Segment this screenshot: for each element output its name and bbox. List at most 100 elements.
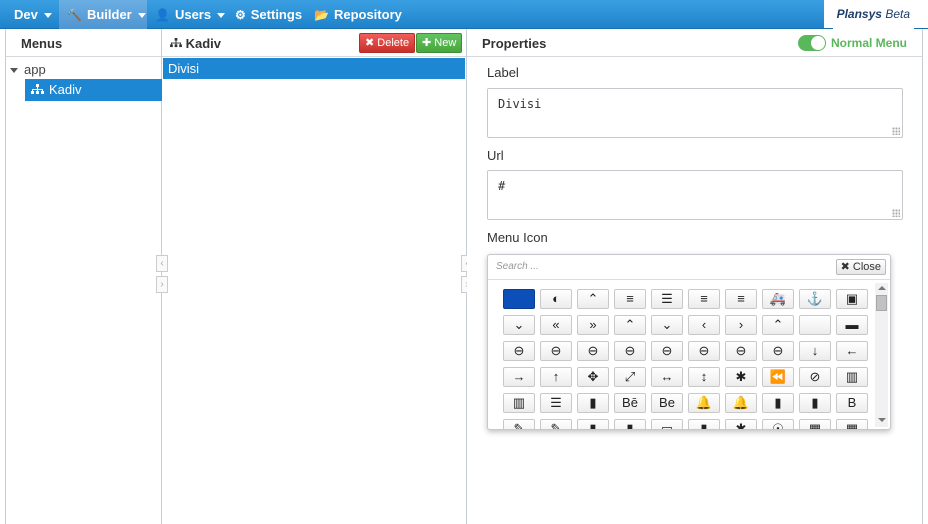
scrollbar[interactable] (875, 283, 888, 427)
tree-item-kadiv[interactable]: Kadiv (25, 79, 162, 101)
icon-option[interactable]: Be (651, 393, 683, 413)
icon-option[interactable]: ⚓ (799, 289, 831, 309)
chevron-down-icon (43, 13, 52, 19)
icon-option[interactable]: ↕ (688, 367, 720, 387)
icon-option[interactable]: Bē (614, 393, 646, 413)
icon-option[interactable]: ✥ (577, 367, 609, 387)
icon-option[interactable]: ↓ (799, 341, 831, 361)
icon-option[interactable]: ✎ (503, 419, 535, 429)
icon-option[interactable]: ☰ (540, 393, 572, 413)
icon-option[interactable]: « (540, 315, 572, 335)
icon-option[interactable]: ✎ (540, 419, 572, 429)
icon-option[interactable] (503, 289, 535, 309)
resize-grip-icon[interactable] (892, 209, 900, 217)
icon-option[interactable]: ▥ (503, 393, 535, 413)
collapse-left-icon[interactable]: ‹ (156, 255, 168, 272)
icon-option[interactable]: ▮ (762, 393, 794, 413)
list-item[interactable]: Divisi (163, 58, 465, 79)
menu-items-panel-title: Kadiv (170, 36, 221, 51)
properties-panel-header: Properties Normal Menu (467, 29, 922, 57)
delete-button[interactable]: ✖ Delete (359, 33, 416, 53)
icon-option[interactable]: ▬ (836, 315, 868, 335)
icon-option[interactable]: ⌃ (614, 315, 646, 335)
new-button[interactable]: ✚ New (416, 33, 463, 53)
label-field-value: Divisi (498, 97, 542, 111)
icon-option[interactable]: ⊖ (503, 341, 535, 361)
icon-option[interactable]: ≡ (614, 289, 646, 309)
icon-option[interactable]: ▦ (836, 419, 868, 429)
icon-option[interactable]: ⊘ (799, 367, 831, 387)
icon-option[interactable]: ▥ (836, 367, 868, 387)
icon-option[interactable]: ⌃ (577, 289, 609, 309)
icon-option[interactable]: ▮ (614, 419, 646, 429)
nav-settings-menu[interactable]: ⚙ Settings (227, 0, 310, 29)
nav-builder-menu[interactable]: 🔨 Builder (59, 0, 147, 29)
scroll-down-icon[interactable] (878, 418, 886, 422)
nav-repository-menu[interactable]: 📂 Repository (306, 0, 410, 29)
icon-option[interactable]: ← (836, 341, 868, 361)
normal-menu-toggle[interactable] (798, 35, 826, 51)
icon-option[interactable]: ⊖ (540, 341, 572, 361)
tree-item-label: Kadiv (49, 82, 82, 97)
icon-option[interactable]: → (503, 367, 535, 387)
icon-option[interactable]: ✱ (725, 419, 757, 429)
close-button-label: Close (852, 261, 881, 273)
icon-option[interactable]: ⌃ (762, 315, 794, 335)
nav-dev-menu[interactable]: Dev (6, 0, 60, 29)
icon-option[interactable]: › (725, 315, 757, 335)
icon-option[interactable]: ⊖ (651, 341, 683, 361)
icon-option[interactable]: 🔔 (725, 393, 757, 413)
icon-option[interactable] (799, 315, 831, 335)
icon-option[interactable]: ⌄ (651, 315, 683, 335)
icon-option[interactable]: ▮ (577, 419, 609, 429)
icon-option[interactable]: ↑ (540, 367, 572, 387)
icon-option[interactable]: ☰ (651, 289, 683, 309)
close-icon: ✖ (840, 261, 850, 273)
brand-logo: Plansys Beta (832, 0, 914, 29)
icon-option[interactable]: ▮ (799, 393, 831, 413)
icon-option[interactable]: ▣ (836, 289, 868, 309)
url-field[interactable]: # (487, 170, 903, 220)
label-field[interactable]: Divisi (487, 88, 903, 138)
icon-option[interactable]: ▮ (688, 419, 720, 429)
icon-option[interactable]: B (836, 393, 868, 413)
expand-right-icon[interactable]: › (156, 276, 168, 293)
menu-items-title-text: Kadiv (185, 36, 222, 51)
icon-option[interactable]: 🔔 (688, 393, 720, 413)
icon-option[interactable]: ⤢ (614, 367, 646, 387)
icon-option[interactable]: ⌄ (503, 315, 535, 335)
scroll-up-icon[interactable] (878, 286, 886, 290)
normal-menu-label: Normal Menu (831, 36, 908, 50)
icon-option[interactable]: ▦ (799, 419, 831, 429)
icon-option[interactable]: ▮ (577, 393, 609, 413)
tree-root-app[interactable]: app (10, 62, 46, 77)
icon-option[interactable]: 🚑 (762, 289, 794, 309)
icon-option[interactable]: ≡ (725, 289, 757, 309)
icon-option[interactable]: » (577, 315, 609, 335)
icon-option[interactable]: ⊖ (725, 341, 757, 361)
icon-option[interactable]: ⊖ (688, 341, 720, 361)
icon-option[interactable]: ⊖ (762, 341, 794, 361)
icon-option[interactable]: ⊖ (577, 341, 609, 361)
icon-option[interactable]: ⊖ (614, 341, 646, 361)
icon-option[interactable]: ≡ (688, 289, 720, 309)
icon-option[interactable]: ✱ (725, 367, 757, 387)
resize-grip-icon[interactable] (892, 127, 900, 135)
url-field-label: Url (487, 148, 504, 163)
nav-settings-label: Settings (250, 7, 303, 22)
scroll-thumb[interactable] (876, 295, 887, 311)
nav-repository-label: Repository (333, 7, 402, 22)
caret-down-icon[interactable] (10, 68, 18, 74)
icon-option[interactable]: ⏪ (762, 367, 794, 387)
divider (488, 279, 890, 280)
icon-option[interactable]: ☉ (762, 419, 794, 429)
nav-builder-label: Builder (86, 7, 132, 22)
nav-users-menu[interactable]: 👤 Users (147, 0, 233, 29)
icon-option[interactable]: ↔ (651, 367, 683, 387)
icon-option[interactable]: ▭ (651, 419, 683, 429)
icon-option[interactable]: ◐ (540, 289, 572, 309)
close-button[interactable]: ✖ Close (835, 259, 886, 275)
nav-users-label: Users (174, 7, 212, 22)
icon-option[interactable]: ‹ (688, 315, 720, 335)
icon-search-input[interactable]: Search ... (496, 261, 539, 272)
